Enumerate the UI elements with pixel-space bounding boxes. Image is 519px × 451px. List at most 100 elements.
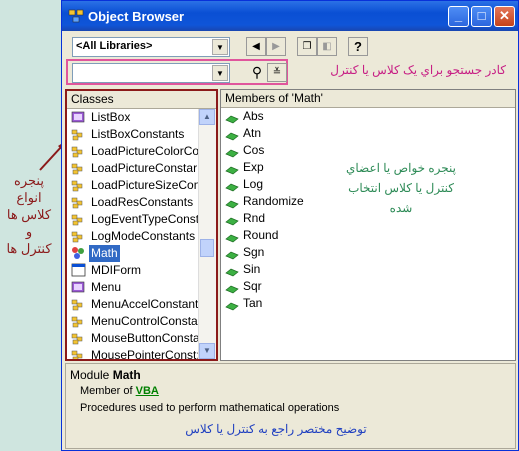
title-bar[interactable]: Object Browser _ □ ✕ bbox=[62, 1, 518, 31]
class-item[interactable]: MenuControlConsta bbox=[67, 313, 216, 330]
library-dropdown[interactable]: <All Libraries> ▼ bbox=[72, 37, 230, 57]
method-icon bbox=[225, 112, 239, 124]
class-item[interactable]: ListBox bbox=[67, 109, 216, 126]
method-icon bbox=[225, 129, 239, 141]
object-browser-window: Object Browser _ □ ✕ <All Libraries> ▼ ◀… bbox=[61, 0, 519, 451]
scroll-thumb[interactable] bbox=[200, 239, 214, 257]
class-item-label: MenuControlConsta bbox=[91, 314, 198, 328]
enum-icon bbox=[71, 161, 86, 175]
class-item-label: Menu bbox=[91, 280, 122, 294]
method-icon bbox=[225, 231, 239, 243]
class-item-label: ListBoxConstants bbox=[91, 127, 185, 141]
minimize-button[interactable]: _ bbox=[448, 6, 469, 27]
enum-icon bbox=[71, 331, 86, 345]
class-item[interactable]: MousePointerConst: bbox=[67, 347, 216, 359]
member-item[interactable]: Atn bbox=[221, 125, 515, 142]
method-icon bbox=[225, 197, 239, 209]
close-button[interactable]: ✕ bbox=[494, 6, 515, 27]
class-item[interactable]: LoadPictureColorCo bbox=[67, 143, 216, 160]
members-pane[interactable]: Members of 'Math' Abs Atn Cos Exp Log Randomi… bbox=[220, 89, 516, 361]
member-item[interactable]: Cos bbox=[221, 142, 515, 159]
show-search-results-button[interactable]: ≚ bbox=[267, 63, 287, 82]
class-item-label: MenuAccelConstants bbox=[91, 297, 205, 311]
class-item[interactable]: LoadPictureConstar bbox=[67, 160, 216, 177]
enum-icon bbox=[71, 212, 86, 226]
description-annotation: توضيح مختصر راجع به کنترل يا کلاس bbox=[185, 422, 367, 436]
method-icon bbox=[225, 180, 239, 192]
details-module-line: Module Math bbox=[70, 368, 141, 382]
class-item[interactable]: Menu bbox=[67, 279, 216, 296]
binoculars-icon[interactable]: ⚲ bbox=[247, 63, 267, 81]
help-button[interactable]: ? bbox=[348, 37, 368, 56]
vba-link[interactable]: VBA bbox=[136, 385, 159, 397]
enum-icon bbox=[71, 178, 86, 192]
class-item-label: LogModeConstants bbox=[91, 229, 196, 243]
class-item[interactable]: MenuAccelConstants bbox=[67, 296, 216, 313]
search-box-annotation: کادر جستجو براي يک کلاس يا کنترل bbox=[330, 63, 506, 77]
module-icon bbox=[71, 246, 86, 260]
class-item[interactable]: MouseButtonConsta bbox=[67, 330, 216, 347]
search-input[interactable]: ▼ bbox=[72, 63, 230, 83]
details-member-of-line: Member of VBA bbox=[80, 385, 159, 397]
member-item-label: Randomize bbox=[243, 194, 304, 208]
enum-icon bbox=[71, 127, 86, 141]
member-item[interactable]: Sqr bbox=[221, 278, 515, 295]
member-item-label: Exp bbox=[243, 160, 264, 174]
class-item[interactable]: MDIForm bbox=[67, 262, 216, 279]
copy-icon[interactable]: ❐ bbox=[297, 37, 317, 56]
enum-icon bbox=[71, 229, 86, 243]
classes-scrollbar[interactable]: ▲ ▼ bbox=[198, 109, 216, 359]
class-item[interactable]: LoadPictureSizeCon bbox=[67, 177, 216, 194]
member-item-label: Sgn bbox=[243, 245, 265, 259]
member-item[interactable]: Abs bbox=[221, 108, 515, 125]
class-item-label: MDIForm bbox=[91, 263, 141, 277]
chevron-down-icon[interactable]: ▼ bbox=[212, 65, 228, 81]
class-item[interactable]: ListBoxConstants bbox=[67, 126, 216, 143]
scroll-up-arrow[interactable]: ▲ bbox=[199, 109, 215, 125]
class-item[interactable]: LogEventTypeConst bbox=[67, 211, 216, 228]
method-icon bbox=[225, 282, 239, 294]
method-icon bbox=[225, 146, 239, 158]
member-item[interactable]: Tan bbox=[221, 295, 515, 312]
member-item-label: Round bbox=[243, 228, 279, 242]
chevron-down-icon[interactable]: ▼ bbox=[212, 39, 228, 55]
form-icon bbox=[71, 263, 86, 277]
member-item-label: Tan bbox=[243, 296, 263, 310]
module-prefix: Module bbox=[70, 368, 110, 382]
enum-icon bbox=[71, 314, 86, 328]
details-pane: Module Math Member of VBA Procedures use… bbox=[65, 363, 516, 449]
go-forward-button[interactable]: ▶ bbox=[266, 37, 286, 56]
class-item[interactable]: LoadResConstants bbox=[67, 194, 216, 211]
window-title: Object Browser bbox=[88, 9, 185, 24]
class-item[interactable]: Math bbox=[67, 245, 216, 262]
member-item[interactable]: Round bbox=[221, 227, 515, 244]
method-icon bbox=[225, 214, 239, 226]
enum-icon bbox=[71, 144, 86, 158]
class-item-label: ListBox bbox=[91, 110, 131, 124]
member-item-label: Sqr bbox=[243, 279, 262, 293]
member-item[interactable]: Sgn bbox=[221, 244, 515, 261]
class-item-label: MouseButtonConsta bbox=[91, 331, 200, 345]
member-item-label: Log bbox=[243, 177, 264, 191]
class-item[interactable]: LogModeConstants bbox=[67, 228, 216, 245]
method-icon bbox=[225, 163, 239, 175]
control-icon bbox=[71, 280, 86, 294]
enum-icon bbox=[71, 195, 86, 209]
control-icon bbox=[71, 110, 86, 124]
go-back-button[interactable]: ◀ bbox=[246, 37, 266, 56]
member-item[interactable]: Sin bbox=[221, 261, 515, 278]
scroll-down-arrow[interactable]: ▼ bbox=[199, 343, 215, 359]
members-panel-annotation: پنجره خواص يا اعضاي کنترل يا کلاس انتخاب… bbox=[345, 161, 457, 215]
class-item-label: Math bbox=[89, 245, 120, 262]
member-item-label: Abs bbox=[243, 109, 264, 123]
details-description: Procedures used to perform mathematical … bbox=[80, 402, 340, 414]
member-of-prefix: Member of bbox=[80, 385, 133, 397]
class-item-label: LoadPictureColorCo bbox=[91, 144, 200, 158]
classes-list[interactable]: ListBox ListBoxConstants LoadPictureColorC… bbox=[67, 109, 216, 359]
left-panel-annotation: پنجره انواع کلاس ها و کنترل ها bbox=[6, 173, 52, 256]
method-icon bbox=[225, 265, 239, 277]
view-definition-icon[interactable]: ◧ bbox=[317, 37, 337, 56]
classes-pane[interactable]: Classes ListBox ListBoxConstants LoadPictu… bbox=[65, 89, 218, 361]
maximize-button[interactable]: □ bbox=[471, 6, 492, 27]
library-dropdown-value: <All Libraries> bbox=[76, 40, 153, 52]
